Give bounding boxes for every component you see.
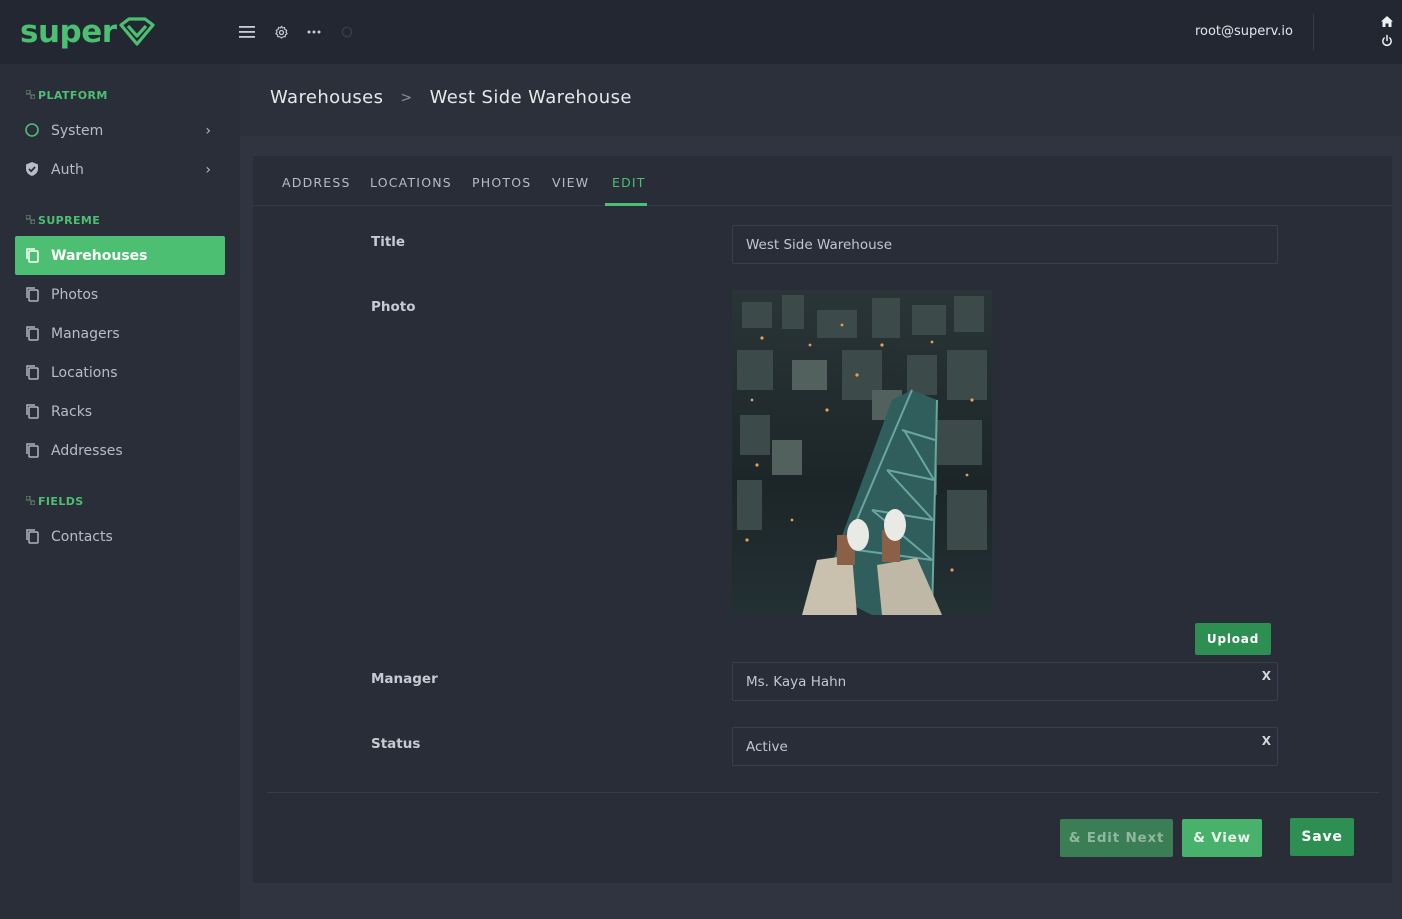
section-label-fields: FIELDS [25, 495, 84, 508]
status-label: Status [371, 736, 421, 752]
app-logo[interactable]: super [20, 14, 155, 50]
manager-label: Manager [371, 671, 438, 687]
save-view-button[interactable]: & View [1182, 819, 1262, 857]
breadcrumb-separator: > [400, 89, 413, 106]
sidebar-item-photos[interactable]: Photos [15, 275, 225, 314]
chevron-right-icon: › [205, 123, 211, 139]
sidebar-item-managers[interactable]: Managers [15, 314, 225, 353]
title-label: Title [371, 234, 406, 250]
sidebar: PLATFORM System › Auth › SUPREME Warehou… [0, 64, 240, 919]
active-tab-indicator [605, 203, 647, 206]
sidebar-item-label: System [51, 122, 104, 139]
sidebar-item-label: Racks [51, 403, 93, 420]
copy-icon [24, 286, 40, 302]
user-email[interactable]: root@superv.io [1195, 24, 1293, 39]
breadcrumb-current: West Side Warehouse [429, 87, 632, 108]
status-value: Active [746, 739, 788, 755]
copy-icon [24, 364, 40, 380]
breadcrumb: Warehouses > West Side Warehouse [270, 87, 632, 108]
warehouse-photo [732, 290, 992, 615]
form-divider [267, 792, 1379, 793]
section-grid-icon [25, 214, 36, 227]
tab-locations[interactable]: LOCATIONS [370, 175, 452, 190]
copy-icon [24, 528, 40, 544]
home-icon[interactable] [1379, 14, 1395, 30]
more-icon[interactable] [303, 21, 325, 43]
breadcrumb-parent[interactable]: Warehouses [270, 87, 383, 108]
sidebar-item-contacts[interactable]: Contacts [15, 517, 225, 556]
section-label-supreme: SUPREME [25, 214, 100, 227]
sidebar-item-addresses[interactable]: Addresses [15, 431, 225, 470]
status-clear-button[interactable]: X [1262, 734, 1271, 748]
diamond-logo-icon [118, 17, 155, 46]
sidebar-item-label: Warehouses [51, 247, 148, 264]
sidebar-item-label: Auth [51, 161, 84, 178]
sidebar-item-label: Contacts [51, 528, 113, 545]
copy-icon [24, 442, 40, 458]
tab-address[interactable]: ADDRESS [282, 175, 351, 190]
chevron-right-icon: › [205, 162, 211, 178]
tab-view[interactable]: VIEW [552, 175, 589, 190]
edit-card: ADDRESS LOCATIONS PHOTOS VIEW EDIT Title… [253, 156, 1392, 883]
tab-bar: ADDRESS LOCATIONS PHOTOS VIEW EDIT [253, 156, 1392, 206]
status-select[interactable]: Active X [732, 727, 1278, 766]
topbar-divider [1313, 14, 1314, 50]
photo-label: Photo [371, 299, 416, 315]
tab-edit[interactable]: EDIT [612, 175, 646, 190]
sidebar-item-system[interactable]: System › [15, 111, 225, 150]
sidebar-item-auth[interactable]: Auth › [15, 150, 225, 189]
sidebar-item-label: Photos [51, 286, 99, 303]
save-button[interactable]: Save [1290, 818, 1354, 856]
save-edit-next-button[interactable]: & Edit Next [1060, 819, 1173, 857]
section-grid-icon [25, 495, 36, 508]
logo-text: super [20, 14, 117, 50]
section-grid-icon [25, 89, 36, 102]
sidebar-item-locations[interactable]: Locations [15, 353, 225, 392]
faded-settings-icon [336, 21, 358, 43]
page-header: Warehouses > West Side Warehouse [240, 64, 1402, 136]
sidebar-item-label: Managers [51, 325, 120, 342]
sidebar-item-label: Addresses [51, 442, 123, 459]
section-label-platform: PLATFORM [25, 89, 108, 102]
manager-value: Ms. Kaya Hahn [746, 674, 847, 690]
tab-photos[interactable]: PHOTOS [472, 175, 531, 190]
power-icon[interactable] [1379, 33, 1395, 49]
shield-check-icon [24, 161, 40, 177]
title-input[interactable]: West Side Warehouse [732, 225, 1278, 264]
copy-icon [24, 247, 40, 263]
sidebar-item-label: Locations [51, 364, 118, 381]
menu-icon[interactable] [236, 21, 258, 43]
manager-clear-button[interactable]: X [1262, 669, 1271, 683]
title-value: West Side Warehouse [746, 237, 892, 253]
top-bar: super root@superv.io [0, 0, 1402, 64]
copy-icon [24, 325, 40, 341]
copy-icon [24, 403, 40, 419]
sidebar-item-warehouses[interactable]: Warehouses [15, 236, 225, 275]
gear-icon[interactable] [270, 21, 292, 43]
status-circle-icon [24, 122, 40, 138]
upload-button[interactable]: Upload [1195, 623, 1271, 655]
sidebar-item-racks[interactable]: Racks [15, 392, 225, 431]
manager-select[interactable]: Ms. Kaya Hahn X [732, 662, 1278, 701]
